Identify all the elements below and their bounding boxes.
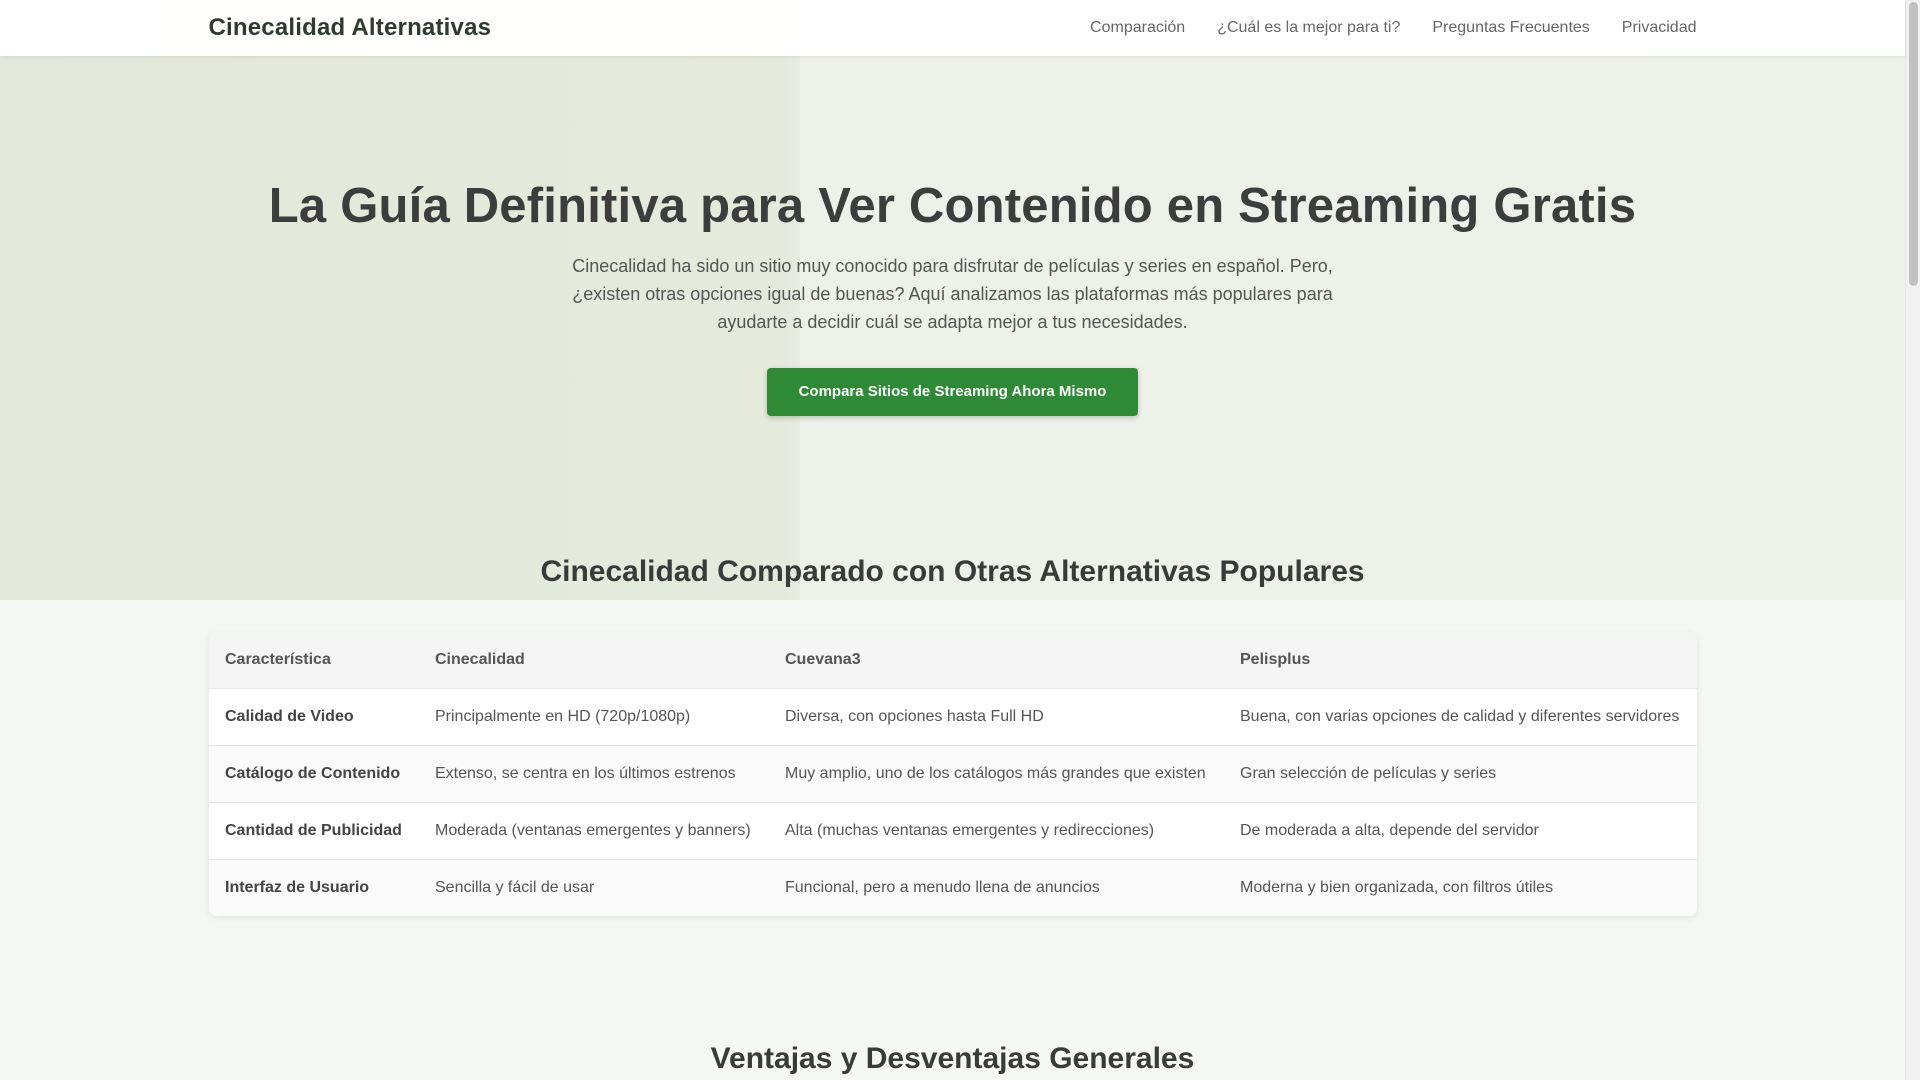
table-cell-feature: Calidad de Video — [209, 687, 419, 745]
column-header-cuevana3: Cuevana3 — [769, 632, 1224, 688]
table-row: Calidad de Video Principalmente en HD (7… — [209, 687, 1697, 745]
compare-cta-button[interactable]: Compara Sitios de Streaming Ahora Mismo — [766, 368, 1139, 416]
table-cell: Muy amplio, uno de los catálogos más gra… — [769, 744, 1224, 802]
hero-title: La Guía Definitiva para Ver Contenido en… — [268, 179, 1637, 233]
table-cell: Alta (muchas ventanas emergentes y redir… — [769, 801, 1224, 859]
nav-link-comparacion[interactable]: Comparación — [1090, 19, 1185, 37]
table-cell: Moderada (ventanas emergentes y banners) — [419, 801, 769, 859]
nav-link-privacidad[interactable]: Privacidad — [1622, 19, 1697, 37]
table-cell: Buena, con varias opciones de calidad y … — [1224, 687, 1697, 745]
table-cell-feature: Interfaz de Usuario — [209, 858, 419, 916]
hero-description: Cinecalidad ha sido un sitio muy conocid… — [572, 256, 1333, 332]
scrollbar-thumb[interactable] — [1909, 2, 1918, 286]
comparison-title: Cinecalidad Comparado con Otras Alternat… — [540, 555, 1365, 588]
table-cell: Diversa, con opciones hasta Full HD — [769, 687, 1224, 745]
column-header-pelisplus: Pelisplus — [1224, 632, 1697, 688]
table-cell-feature: Catálogo de Contenido — [209, 744, 419, 802]
table-cell: Gran selección de películas y series — [1224, 744, 1697, 802]
table-cell: Principalmente en HD (720p/1080p) — [419, 687, 769, 745]
table-cell: Sencilla y fácil de usar — [419, 858, 769, 916]
hero-section: La Guía Definitiva para Ver Contenido en… — [0, 56, 1905, 486]
nav-link-mejor-para-ti[interactable]: ¿Cuál es la mejor para ti? — [1217, 19, 1400, 37]
site-header: Cinecalidad Alternativas Comparación ¿Cu… — [0, 0, 1905, 56]
table-row: Cantidad de Publicidad Moderada (ventana… — [209, 801, 1697, 859]
page: Cinecalidad Alternativas Comparación ¿Cu… — [0, 0, 1920, 1080]
site-logo[interactable]: Cinecalidad Alternativas — [209, 14, 492, 42]
table-row: Interfaz de Usuario Sencilla y fácil de … — [209, 858, 1697, 916]
table-cell: Funcional, pero a menudo llena de anunci… — [769, 858, 1224, 916]
header-inner: Cinecalidad Alternativas Comparación ¿Cu… — [209, 0, 1697, 56]
pros-cons-title: Ventajas y Desventajas Generales — [710, 1042, 1195, 1075]
nav-link-preguntas-frecuentes[interactable]: Preguntas Frecuentes — [1432, 19, 1589, 37]
main-nav: Comparación ¿Cuál es la mejor para ti? P… — [1090, 19, 1696, 37]
table-cell: Moderna y bien organizada, con filtros ú… — [1224, 858, 1697, 916]
table-header-row: Característica Cinecalidad Cuevana3 Peli… — [209, 632, 1697, 688]
page-scrollbar[interactable] — [1905, 0, 1920, 1080]
comparison-table: Característica Cinecalidad Cuevana3 Peli… — [209, 632, 1697, 916]
column-header-caracteristica: Característica — [209, 632, 419, 688]
table-cell-feature: Cantidad de Publicidad — [209, 801, 419, 859]
table-row: Catálogo de Contenido Extenso, se centra… — [209, 744, 1697, 802]
comparison-table-card: Característica Cinecalidad Cuevana3 Peli… — [209, 632, 1697, 916]
table-cell: De moderada a alta, depende del servidor — [1224, 801, 1697, 859]
column-header-cinecalidad: Cinecalidad — [419, 632, 769, 688]
table-cell: Extenso, se centra en los últimos estren… — [419, 744, 769, 802]
